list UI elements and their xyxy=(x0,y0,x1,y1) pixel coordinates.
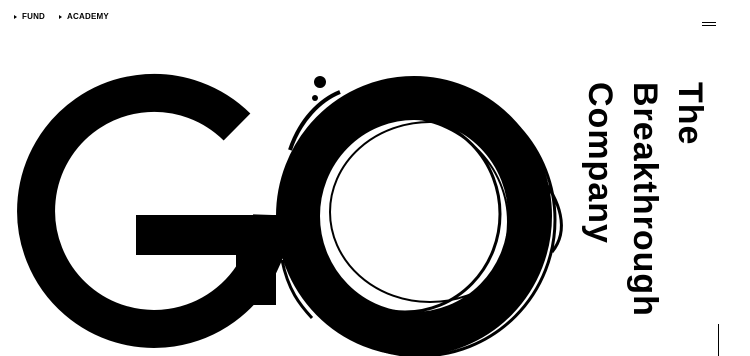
letter-o xyxy=(276,76,563,356)
tagline-line-2: Breakthrough xyxy=(626,82,664,317)
tagline-line-3: Company xyxy=(581,82,619,244)
scroll-indicator-line xyxy=(718,324,719,356)
page: FUND ACADEMY The Breakthrough Company xyxy=(0,0,750,356)
letter-g xyxy=(17,73,291,348)
tagline-line-1: The xyxy=(671,82,709,146)
